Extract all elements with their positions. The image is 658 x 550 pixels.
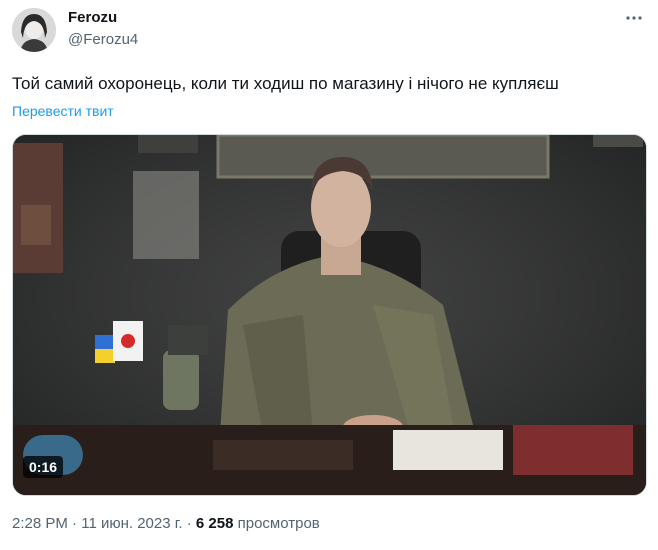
- author-display-name[interactable]: Ferozu: [68, 9, 117, 26]
- meta-separator: ·: [72, 515, 78, 532]
- video-duration-badge: 0:16: [23, 456, 64, 478]
- video-player[interactable]: 0:16: [12, 134, 647, 496]
- video-thumbnail: [13, 135, 646, 495]
- author-handle[interactable]: @Ferozu4: [68, 31, 138, 48]
- more-horizontal-icon: [626, 16, 642, 20]
- views-label: просмотров: [237, 515, 320, 532]
- tweet-date[interactable]: 11 июн. 2023 г.: [81, 515, 182, 532]
- views-count: 6 258: [195, 515, 234, 532]
- avatar[interactable]: [12, 8, 56, 52]
- tweet-time[interactable]: 2:28 PM: [12, 515, 68, 532]
- meta-separator-2: ·: [186, 515, 192, 532]
- tweet-metadata: 2:28 PM · 11 июн. 2023 г. · 6 258 просмо…: [12, 515, 320, 532]
- tweet-text: Той самий охоронець, коли ти ходиш по ма…: [12, 74, 559, 93]
- translate-tweet-link[interactable]: Перевести твит: [12, 103, 114, 119]
- avatar-image: [12, 8, 56, 52]
- more-options-button[interactable]: [622, 8, 646, 28]
